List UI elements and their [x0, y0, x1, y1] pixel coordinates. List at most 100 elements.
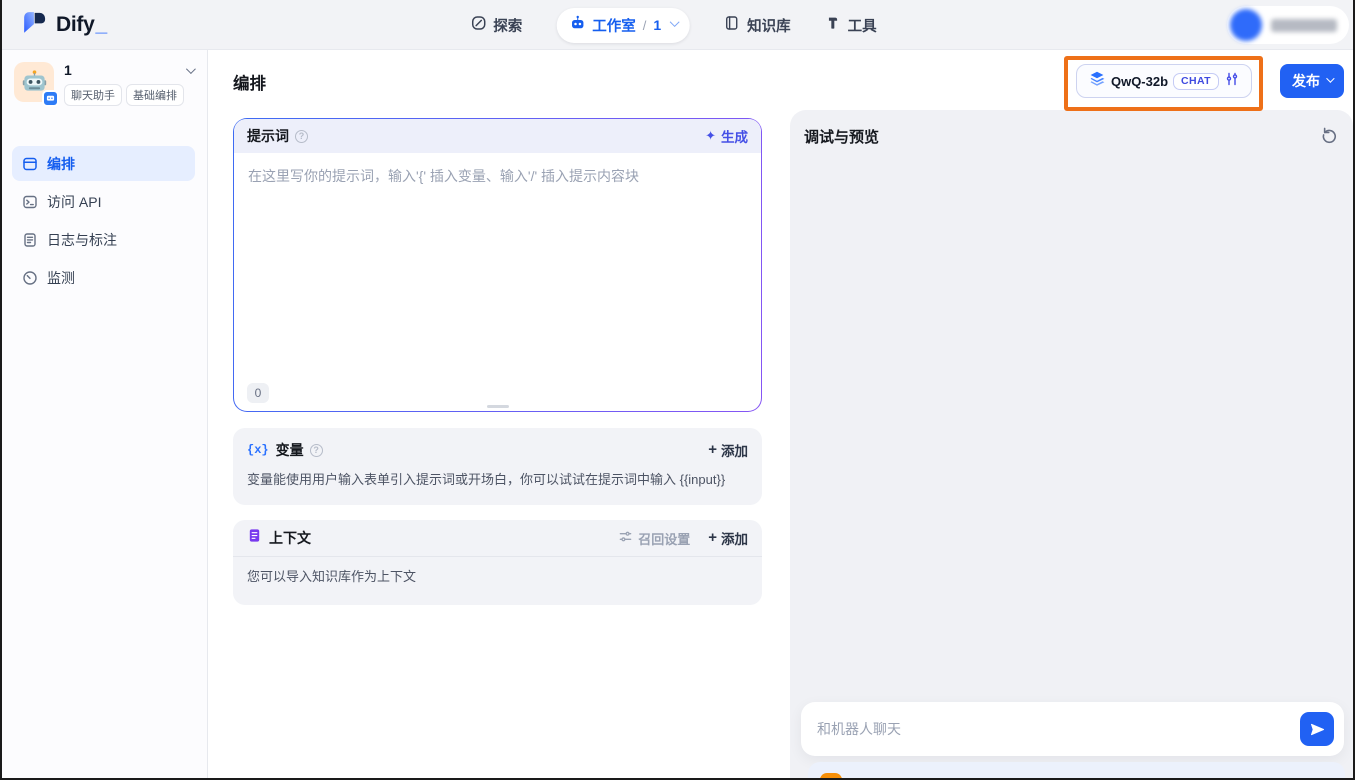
app-meta: 1 聊天助手 基础编排	[64, 62, 195, 106]
prompt-title: 提示词	[247, 126, 289, 146]
app-sidebar: 1 聊天助手 基础编排 编排 访问 API	[0, 50, 208, 780]
chat-input[interactable]	[801, 702, 1344, 756]
nav-studio-active[interactable]: 工作室 / 1	[556, 8, 690, 43]
dify-app-window: Dify_ 探索 工作室	[0, 0, 1355, 780]
gauge-icon	[22, 270, 38, 286]
window-layout-icon	[22, 156, 38, 172]
sidebar-item-monitoring[interactable]: 监测	[12, 260, 195, 295]
variables-header: {x} 变量 ? + 添加	[233, 428, 762, 460]
context-description: 您可以导入知识库作为上下文	[233, 557, 762, 585]
app-type-tag: 聊天助手	[64, 84, 122, 106]
logo-text: Dify	[56, 13, 94, 36]
account-name-redacted	[1271, 19, 1337, 32]
app-mode-tag: 基础编排	[126, 84, 184, 106]
chat-input-container	[801, 702, 1344, 756]
sidebar-item-label: 日志与标注	[47, 230, 117, 250]
book-icon	[724, 15, 740, 35]
chat-app-badge-icon	[42, 90, 59, 107]
model-settings-sliders-icon[interactable]	[1224, 71, 1240, 92]
prompt-card: 提示词 ? ✦ 生成 在这里写你的提示词，输入'{' 插入变量、输入'/' 插入…	[233, 118, 762, 412]
app-switcher-card[interactable]: 1 聊天助手 基础编排	[14, 62, 195, 106]
debug-preview-panel: 调试与预览 功能已开启 管理	[790, 110, 1353, 778]
model-type-badge: CHAT	[1173, 73, 1219, 90]
debug-panel-title: 调试与预览	[804, 126, 879, 147]
sidebar-item-label: 监测	[47, 268, 75, 288]
help-icon[interactable]: ?	[295, 130, 308, 143]
log-file-icon	[22, 232, 38, 248]
nav-knowledge-label: 知识库	[747, 15, 791, 36]
account-menu[interactable]	[1227, 6, 1349, 44]
context-title: 上下文	[269, 528, 311, 548]
primary-nav: 探索 工作室 / 1	[470, 0, 876, 50]
generate-button[interactable]: ✦ 生成	[705, 126, 748, 146]
plus-icon: +	[708, 530, 717, 545]
studio-separator: /	[643, 18, 647, 33]
variables-title: 变量	[276, 440, 304, 460]
prompt-placeholder: 在这里写你的提示词，输入'{' 插入变量、输入'/' 插入提示内容块	[234, 153, 761, 200]
explore-icon	[470, 15, 486, 35]
sidebar-item-api[interactable]: 访问 API	[12, 184, 195, 219]
sidebar-item-logs[interactable]: 日志与标注	[12, 222, 195, 257]
sidebar-nav: 编排 访问 API 日志与标注 监测	[0, 146, 207, 295]
nav-tools-label: 工具	[848, 15, 877, 36]
arrow-right-icon: →	[1320, 777, 1333, 780]
generate-label: 生成	[721, 126, 748, 146]
context-card: 上下文 召回设置 + 添加 您可以导入知识库作为上下文	[233, 520, 762, 605]
nav-studio-label: 工作室	[592, 15, 636, 36]
robot-icon	[569, 15, 585, 36]
resize-handle[interactable]	[487, 405, 509, 409]
nav-explore-label: 探索	[493, 15, 522, 36]
publish-label: 发布	[1292, 71, 1320, 91]
sliders-icon	[618, 529, 633, 547]
terminal-icon	[22, 194, 38, 210]
recall-settings-label: 召回设置	[638, 529, 690, 548]
prompt-card-header: 提示词 ? ✦ 生成	[234, 119, 761, 153]
nav-explore[interactable]: 探索	[470, 15, 522, 36]
manage-features-link[interactable]: 管理 →	[1290, 775, 1333, 780]
add-variable-button[interactable]: + 添加	[708, 440, 748, 460]
context-document-icon	[247, 528, 262, 548]
publish-button[interactable]: 发布	[1280, 64, 1344, 98]
model-name: QwQ-32b	[1111, 74, 1168, 89]
dify-logo-icon	[22, 10, 48, 41]
avatar	[1230, 9, 1262, 41]
model-provider-icon	[1088, 70, 1106, 93]
prompt-editor[interactable]: 在这里写你的提示词，输入'{' 插入变量、输入'/' 插入提示内容块 0	[234, 153, 761, 411]
variables-description: 变量能使用用户输入表单引入提示词或开场白，你可以试试在提示词中输入 {{inpu…	[233, 460, 762, 488]
app-avatar	[14, 62, 54, 102]
sidebar-item-orchestrate[interactable]: 编排	[12, 146, 195, 181]
plus-icon: +	[708, 442, 717, 457]
page-title: 编排	[233, 70, 266, 94]
features-icon	[820, 773, 842, 780]
recall-settings-button[interactable]: 召回设置	[618, 529, 690, 548]
features-status-text: 功能已开启	[852, 775, 917, 780]
chevron-down-icon	[1326, 74, 1334, 82]
nav-tools[interactable]: 工具	[825, 15, 877, 36]
variables-braces-icon: {x}	[247, 443, 269, 457]
add-context-button[interactable]: + 添加	[708, 528, 748, 548]
send-button[interactable]	[1300, 712, 1334, 746]
restart-conversation-icon[interactable]	[1320, 125, 1340, 145]
hammer-icon	[825, 15, 841, 35]
sidebar-item-label: 访问 API	[47, 192, 101, 212]
context-header: 上下文 召回设置 + 添加	[233, 520, 762, 557]
add-context-label: 添加	[721, 528, 748, 548]
logo-underscore: _	[95, 13, 107, 36]
send-icon	[1309, 721, 1326, 738]
sparkle-icon: ✦	[705, 128, 716, 144]
manage-label: 管理	[1290, 775, 1316, 780]
features-enabled-bar: 功能已开启 管理 →	[808, 762, 1345, 780]
help-icon[interactable]: ?	[310, 444, 323, 457]
chevron-down-icon	[670, 17, 680, 27]
add-variable-label: 添加	[721, 440, 748, 460]
top-navigation-bar: Dify_ 探索 工作室	[0, 0, 1355, 50]
dify-logo[interactable]: Dify_	[22, 0, 107, 50]
nav-knowledge[interactable]: 知识库	[724, 15, 791, 36]
sidebar-item-label: 编排	[47, 154, 75, 174]
chevron-down-icon[interactable]	[186, 64, 196, 74]
variables-card: {x} 变量 ? + 添加 变量能使用用户输入表单引入提示词或开场白，你可以试试…	[233, 428, 762, 505]
studio-app-count: 1	[653, 17, 661, 33]
char-counter: 0	[247, 383, 269, 403]
app-title: 1	[64, 62, 186, 78]
model-selector[interactable]: QwQ-32b CHAT	[1076, 64, 1252, 98]
